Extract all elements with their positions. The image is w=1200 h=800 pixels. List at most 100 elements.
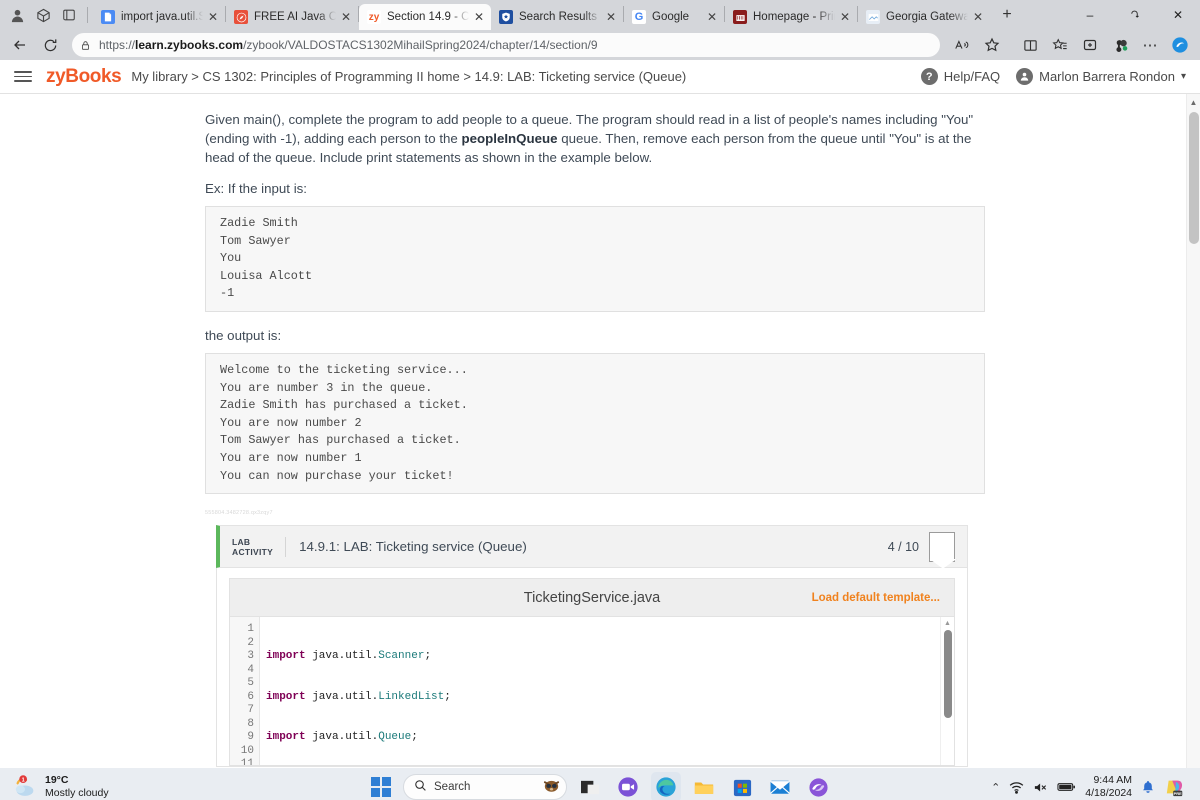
browser-tab-2[interactable]: FREE AI Java Code G ✕ — [226, 4, 358, 30]
browser-tab-2-close-icon[interactable]: ✕ — [338, 9, 354, 25]
taskbar-app-zoom[interactable] — [613, 772, 643, 800]
lab-editor-wrapper: TicketingService.java Load default templ… — [216, 568, 968, 768]
window-minimize-button[interactable]: – — [1068, 0, 1112, 30]
user-menu-button[interactable]: Marlon Barrera Rondon ▾ — [1016, 68, 1186, 85]
taskbar-app-mail[interactable] — [765, 772, 795, 800]
collections-icon[interactable] — [1076, 32, 1104, 58]
bell-icon[interactable] — [1141, 780, 1155, 795]
taskbar-app-edge[interactable] — [651, 772, 681, 800]
library-icon — [733, 10, 747, 24]
taskbar-app-file-explorer-dark[interactable] — [575, 772, 605, 800]
split-screen-icon[interactable] — [1016, 32, 1044, 58]
weather-temperature: 19°C — [45, 774, 69, 786]
browser-tab-3-close-icon[interactable]: ✕ — [471, 9, 487, 25]
more-options-icon[interactable]: ⋯ — [1136, 32, 1164, 58]
volume-icon[interactable] — [1033, 781, 1048, 794]
read-aloud-icon[interactable] — [948, 32, 976, 58]
url-domain: learn.zybooks.com — [135, 38, 244, 52]
output-line: You are now number 2 — [220, 415, 362, 430]
activity-id-text: 555804.3482728.qx3zqy7 — [205, 510, 273, 517]
article: Given main(), complete the program to ad… — [205, 94, 985, 768]
weather-description: Mostly cloudy — [45, 787, 109, 799]
weather-text: 19°C Mostly cloudy — [45, 774, 109, 800]
window-maximize-button[interactable] — [1112, 0, 1156, 30]
browser-tab-6[interactable]: Homepage - Princip ✕ — [725, 4, 857, 30]
taskbar-app-folder[interactable] — [689, 772, 719, 800]
extensions-icon[interactable] — [1106, 32, 1134, 58]
logo-zy-text: zy — [46, 65, 66, 87]
favorite-star-icon[interactable] — [978, 32, 1006, 58]
taskbar-app-microsoft-store[interactable] — [727, 772, 757, 800]
taskbar-app-copilot[interactable] — [803, 772, 833, 800]
load-default-template-link[interactable]: Load default template... — [812, 592, 940, 604]
lock-icon — [80, 40, 91, 51]
page-scrollbar-thumb[interactable] — [1189, 112, 1199, 244]
browser-tab-4-close-icon[interactable]: ✕ — [603, 9, 619, 25]
svg-text:PRE: PRE — [1174, 791, 1183, 796]
editor-line-number-gutter: 1 2 3 4 5 6 7 8 9 10 11 — [230, 617, 260, 767]
copilot-icon[interactable] — [1166, 32, 1194, 58]
queue-variable-name: peopleInQueue — [461, 131, 558, 146]
java-file-icon — [101, 10, 115, 24]
back-button[interactable] — [6, 32, 34, 58]
input-example-label: Ex: If the input is: — [205, 181, 307, 196]
new-tab-button[interactable]: + — [994, 2, 1020, 28]
browser-tab-6-title: Homepage - Princip — [753, 11, 835, 23]
page-scrollbar[interactable]: ▲ ▼ — [1186, 94, 1200, 768]
line-number: 1 — [247, 623, 254, 636]
browser-tab-6-close-icon[interactable]: ✕ — [837, 9, 853, 25]
navigation-bar: https://learn.zybooks.com/zybook/VALDOST… — [0, 30, 1200, 60]
url-path: /zybook/VALDOSTACS1302MihailSpring2024/c… — [243, 38, 598, 52]
browser-tab-7-close-icon[interactable]: ✕ — [970, 9, 986, 25]
browser-tab-7[interactable]: Georgia Gateway - ✕ — [858, 4, 990, 30]
refresh-button[interactable] — [36, 32, 64, 58]
favorites-list-icon[interactable] — [1046, 32, 1074, 58]
browser-tab-1-close-icon[interactable]: ✕ — [205, 9, 221, 25]
help-faq-button[interactable]: ? Help/FAQ — [920, 68, 1000, 85]
content-inner: Given main(), complete the program to ad… — [0, 94, 1186, 768]
wifi-icon[interactable] — [1009, 781, 1024, 794]
lab-activity-tag: LAB ACTIVITY — [232, 536, 287, 557]
address-bar[interactable]: https://learn.zybooks.com/zybook/VALDOST… — [72, 33, 940, 57]
profile-icon[interactable] — [4, 2, 30, 28]
tray-copilot-pre-icon[interactable]: PRE — [1164, 776, 1186, 798]
workspaces-icon[interactable] — [30, 2, 56, 28]
start-button[interactable] — [367, 773, 395, 800]
code-editor[interactable]: 1 2 3 4 5 6 7 8 9 10 11 import java.util… — [229, 616, 955, 767]
input-line: Zadie Smith — [220, 216, 298, 230]
page-scroll-up-icon[interactable]: ▲ — [1187, 94, 1200, 110]
menu-hamburger-icon[interactable] — [14, 71, 32, 82]
window-close-button[interactable]: ✕ — [1156, 0, 1200, 30]
zybooks-icon-text: zy — [368, 11, 380, 23]
line-number: 11 — [240, 758, 254, 767]
browser-tab-5-close-icon[interactable]: ✕ — [704, 9, 720, 25]
tab-actions-icon[interactable] — [56, 2, 82, 28]
taskbar-search-box[interactable]: Search — [403, 774, 567, 800]
taskbar-clock[interactable]: 9:44 AM 4/18/2024 — [1085, 774, 1132, 800]
line-number: 3 — [247, 650, 254, 663]
breadcrumb[interactable]: My library > CS 1302: Principles of Prog… — [131, 69, 686, 84]
compass-icon — [234, 10, 248, 24]
browser-tab-4-title: Search Results | Cou — [519, 11, 601, 23]
tray-chevron-up-icon[interactable]: ⌃ — [991, 781, 1000, 794]
editor-scrollbar-thumb[interactable] — [944, 630, 952, 719]
battery-icon[interactable] — [1057, 781, 1076, 793]
editor-scroll-up-icon[interactable]: ▲ — [941, 617, 954, 629]
tab-strip: import java.util.Scanner ✕ FREE AI Java … — [0, 0, 1200, 30]
editor-code-text[interactable]: import java.util.Scanner; import java.ut… — [260, 617, 954, 765]
editor-scrollbar[interactable]: ▲ — [940, 617, 954, 766]
zybooks-logo[interactable]: zyBooks — [46, 65, 122, 88]
browser-tab-5[interactable]: G Google ✕ — [624, 4, 724, 30]
lab-progress-badge — [929, 531, 955, 562]
browser-tab-3[interactable]: zy Section 14.9 - CS 13 ✕ — [359, 4, 491, 30]
line-number: 5 — [247, 677, 254, 690]
browser-tab-4[interactable]: Search Results | Cou ✕ — [491, 4, 623, 30]
lab-activity-header: LAB ACTIVITY 14.9.1: LAB: Ticketing serv… — [216, 525, 968, 569]
taskbar-weather-widget[interactable]: 1 19°C Mostly cloudy — [6, 774, 109, 800]
browser-tab-1[interactable]: import java.util.Scanner ✕ — [93, 4, 225, 30]
input-line: Louisa Alcott — [220, 268, 313, 283]
address-bar-url: https://learn.zybooks.com/zybook/VALDOST… — [99, 38, 598, 52]
search-mascot-icon — [543, 778, 560, 796]
line-number: 10 — [240, 744, 254, 757]
output-line: You are number 3 in the queue. — [220, 380, 433, 395]
